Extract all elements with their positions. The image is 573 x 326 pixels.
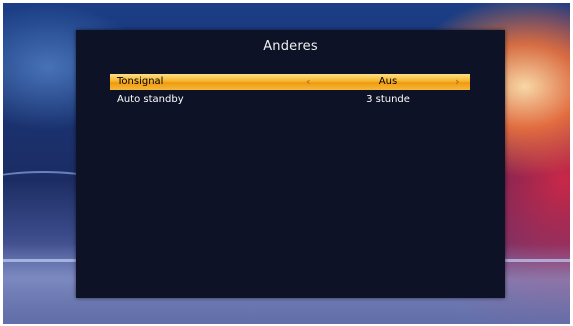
panel-title: Anderes	[263, 39, 318, 54]
menu-item-value: Aus	[378, 76, 398, 87]
chevron-left-icon[interactable]: ‹	[306, 74, 311, 90]
menu-item-label: Tonsignal	[117, 76, 164, 87]
tv-screen: Anderes Tonsignal ‹ Aus › Auto standby 3…	[0, 0, 573, 326]
menu-item-value: 3 stunde	[366, 94, 410, 105]
menu-item-tonsignal[interactable]: Tonsignal ‹ Aus ›	[110, 74, 470, 90]
chevron-right-icon[interactable]: ›	[455, 74, 460, 90]
settings-panel: Anderes Tonsignal ‹ Aus › Auto standby 3…	[76, 30, 505, 298]
menu-item-auto-standby[interactable]: Auto standby 3 stunde	[110, 92, 470, 108]
menu-item-label: Auto standby	[117, 94, 184, 105]
